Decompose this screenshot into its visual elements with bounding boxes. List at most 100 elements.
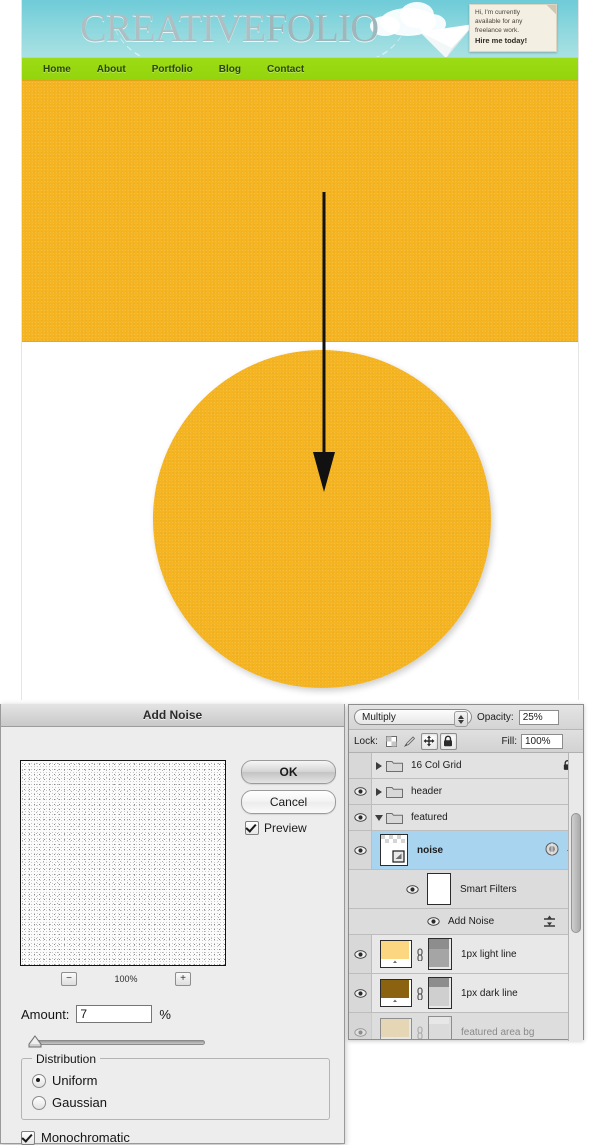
layer-mask-thumbnail[interactable] xyxy=(428,1016,452,1039)
nav-item-portfolio[interactable]: Portfolio xyxy=(139,64,206,75)
visibility-toggle[interactable] xyxy=(427,917,440,926)
visibility-toggle[interactable] xyxy=(349,974,372,1012)
filter-blending-options-icon[interactable] xyxy=(542,914,557,929)
nav-item-home[interactable]: Home xyxy=(30,64,84,75)
visibility-toggle[interactable] xyxy=(406,884,419,894)
layer-row-1px-dark-line[interactable]: 1px dark line xyxy=(349,974,583,1013)
layer-list: 16 Col Grid header featured noise Smart … xyxy=(349,753,583,1039)
monochromatic-checkbox[interactable] xyxy=(21,1130,35,1145)
folder-icon xyxy=(386,813,403,824)
logo-text-secondary: FOLIO xyxy=(265,5,379,50)
layer-row-featured[interactable]: featured xyxy=(349,805,583,831)
website-mockup: CREATIVE FOLIO Hi, I'm currently availabl… xyxy=(22,0,578,700)
monochromatic-row[interactable]: Monochromatic xyxy=(21,1130,130,1145)
layer-name: Smart Filters xyxy=(460,883,517,895)
filter-mask-thumbnail[interactable] xyxy=(427,873,451,905)
group-disclosure-icon[interactable] xyxy=(372,814,386,821)
logo-text-primary: CREATIVE xyxy=(80,5,266,50)
zoom-in-button[interactable]: + xyxy=(175,972,191,986)
eye-icon xyxy=(353,813,367,822)
site-logo[interactable]: CREATIVE FOLIO xyxy=(80,2,379,54)
annotation-arrow xyxy=(313,192,335,492)
note-line-1: Hi, I'm currently xyxy=(475,9,520,16)
layer-row-noise[interactable]: noise xyxy=(349,831,583,870)
layer-thumbnail[interactable] xyxy=(380,940,412,968)
chevron-updown-icon[interactable] xyxy=(454,711,468,727)
opacity-input[interactable]: 25% xyxy=(518,709,559,725)
eye-icon xyxy=(353,988,367,998)
amount-slider[interactable] xyxy=(27,1035,205,1049)
layers-scrollbar[interactable] xyxy=(568,753,583,1041)
uniform-radio[interactable] xyxy=(32,1073,46,1088)
slider-handle[interactable] xyxy=(27,1035,43,1049)
amount-unit-label: % xyxy=(159,1006,171,1022)
layer-thumbnail[interactable] xyxy=(380,834,408,866)
smart-filter-badge-icon[interactable] xyxy=(545,842,559,856)
eye-icon xyxy=(353,1027,367,1037)
slider-track[interactable] xyxy=(35,1040,205,1045)
lock-position-icon[interactable] xyxy=(420,732,438,750)
layer-row-header[interactable]: header xyxy=(349,779,583,805)
preview-checkbox[interactable] xyxy=(245,821,259,835)
ok-button[interactable]: OK xyxy=(241,760,336,784)
note-fold-corner xyxy=(547,5,556,14)
eye-icon xyxy=(406,884,419,894)
group-disclosure-icon[interactable] xyxy=(372,787,386,796)
lock-image-pixels-icon[interactable] xyxy=(402,733,419,750)
fill-input[interactable]: 100% xyxy=(521,733,563,749)
layer-mask-thumbnail[interactable] xyxy=(428,938,452,970)
visibility-toggle[interactable] xyxy=(349,805,372,830)
visibility-toggle[interactable] xyxy=(349,779,372,804)
dialog-title: Add Noise xyxy=(1,704,344,727)
layer-thumbnail[interactable] xyxy=(380,979,412,1007)
amount-input[interactable]: 7 xyxy=(76,1005,153,1023)
link-mask-icon[interactable] xyxy=(415,947,425,961)
sticky-note: Hi, I'm currently available for any free… xyxy=(469,4,557,52)
link-mask-icon[interactable] xyxy=(415,986,425,1000)
featured-bg-thumbnail xyxy=(381,1019,409,1039)
blend-mode-select[interactable]: Multiply xyxy=(354,709,472,727)
eye-icon xyxy=(427,917,440,926)
nav-item-about[interactable]: About xyxy=(84,64,139,75)
layers-panel: Multiply Opacity: 25% Lock: Fill: 100% 1… xyxy=(348,704,584,1041)
visibility-toggle[interactable] xyxy=(349,935,372,973)
nav-item-blog[interactable]: Blog xyxy=(206,64,254,75)
layer-thumbnail[interactable] xyxy=(380,1018,412,1039)
lock-transparent-pixels-icon[interactable] xyxy=(383,733,400,750)
radio-row-gaussian[interactable]: Gaussian xyxy=(32,1095,107,1110)
visibility-toggle[interactable] xyxy=(349,1013,372,1039)
layer-row-featured-area-bg[interactable]: featured area bg xyxy=(349,1013,583,1039)
layer-mask-thumbnail[interactable] xyxy=(428,977,452,1009)
layer-name: featured area bg xyxy=(461,1026,535,1038)
add-noise-dialog: Add Noise OK Cancel Preview − 100% + Amo… xyxy=(0,704,345,1145)
visibility-toggle[interactable] xyxy=(349,753,372,778)
gaussian-radio[interactable] xyxy=(32,1095,46,1110)
light-line-thumbnail xyxy=(381,941,409,965)
layer-row-smart-filters[interactable]: Smart Filters xyxy=(349,870,583,909)
zoom-out-button[interactable]: − xyxy=(61,972,77,986)
lock-row: Lock: Fill: 100% xyxy=(349,730,583,753)
distribution-group: Distribution Uniform Gaussian xyxy=(21,1052,330,1120)
zoom-level-label: 100% xyxy=(114,974,138,984)
design-canvas: CREATIVE FOLIO Hi, I'm currently availabl… xyxy=(0,0,600,700)
visibility-toggle[interactable] xyxy=(349,831,372,869)
scrollbar-thumb[interactable] xyxy=(571,813,581,933)
folder-icon xyxy=(386,761,403,772)
folder-icon xyxy=(386,787,403,798)
radio-row-uniform[interactable]: Uniform xyxy=(32,1073,98,1088)
link-mask-icon[interactable] xyxy=(415,1025,425,1039)
layer-row-16-col-grid[interactable]: 16 Col Grid xyxy=(349,753,583,779)
preview-checkbox-row[interactable]: Preview xyxy=(245,821,307,835)
group-disclosure-icon[interactable] xyxy=(372,761,386,770)
amount-label: Amount: xyxy=(21,1006,70,1022)
noise-preview[interactable] xyxy=(20,760,226,966)
layer-row-1px-light-line[interactable]: 1px light line xyxy=(349,935,583,974)
dark-line-thumbnail xyxy=(381,980,409,1004)
nav-item-contact[interactable]: Contact xyxy=(254,64,317,75)
lock-all-icon[interactable] xyxy=(439,732,457,750)
layer-row-add-noise-filter[interactable]: Add Noise xyxy=(349,909,583,935)
amount-row: Amount: 7 % xyxy=(21,1005,171,1023)
fill-label: Fill: xyxy=(501,735,517,747)
eye-icon xyxy=(353,787,367,796)
cancel-button[interactable]: Cancel xyxy=(241,790,336,814)
